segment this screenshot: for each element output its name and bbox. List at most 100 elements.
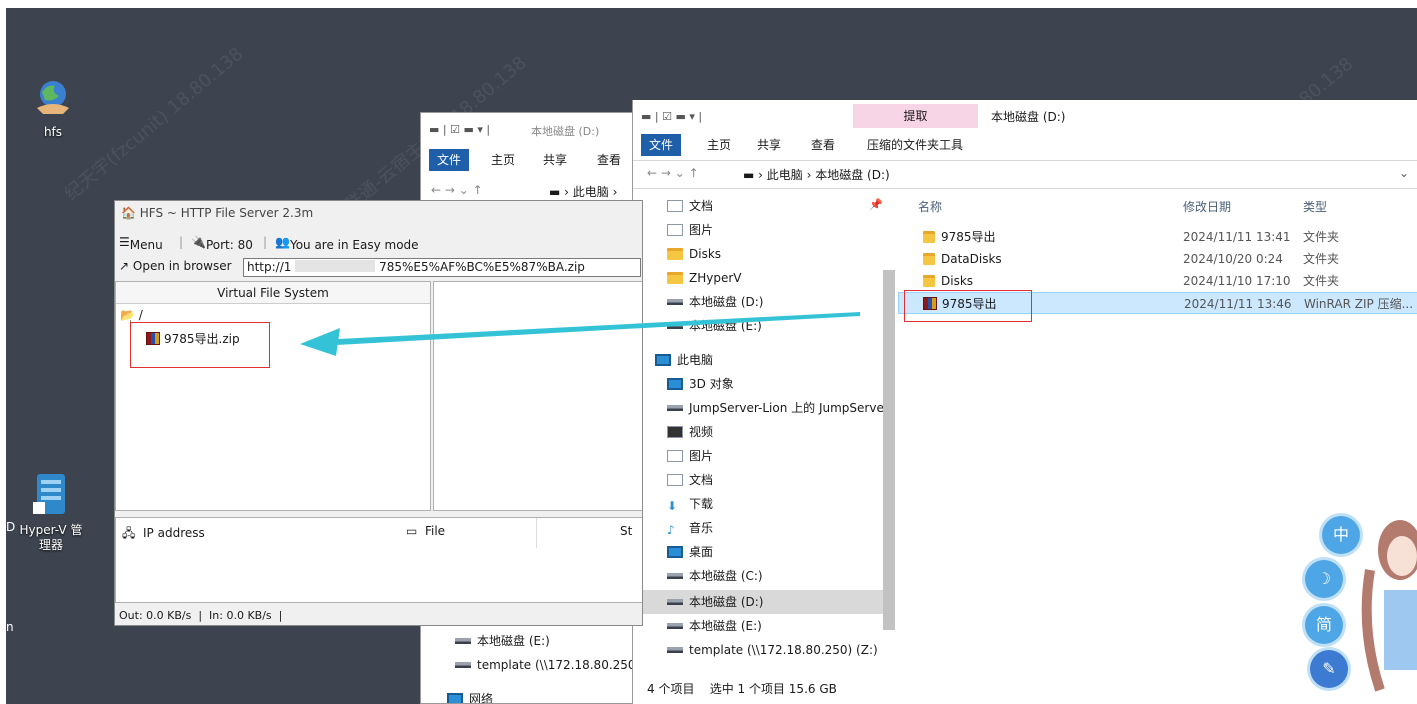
log-pane: 🖧 IP address ▭ File St	[115, 517, 642, 603]
desktop-icon-hfs[interactable]: hfs	[18, 78, 88, 140]
tab-home[interactable]: 主页	[483, 149, 523, 171]
tab-compressed-tools[interactable]: 压缩的文件夹工具	[859, 134, 971, 156]
mode-button[interactable]: 👥 You are in Easy mode	[275, 235, 419, 252]
nav-item-network[interactable]: 网络	[447, 687, 494, 704]
nav-label: 本地磁盘 (D:)	[689, 595, 764, 609]
folder-icon	[923, 275, 935, 287]
tab-view[interactable]: 查看	[589, 149, 629, 171]
drive-icon	[667, 573, 683, 579]
nav-label: 本地磁盘 (E:)	[689, 619, 762, 633]
file-date: 2024/11/11 13:46	[1184, 297, 1292, 311]
redacted-block	[295, 260, 376, 272]
nav-item-jumpserver[interactable]: JumpServer-Lion 上的 JumpServe	[667, 396, 884, 420]
nav-item-documents-pinned[interactable]: 文档	[667, 194, 713, 218]
column-name[interactable]: 名称	[918, 196, 942, 218]
column-ip[interactable]: 🖧 IP address	[122, 524, 205, 545]
breadcrumb[interactable]: ▬ › 此电脑 › 本地磁盘 (D:)	[743, 166, 890, 183]
nav-item-music[interactable]: ♪ 音乐	[667, 516, 713, 540]
nav-label: 视频	[689, 425, 714, 439]
document-icon	[667, 200, 683, 212]
column-type[interactable]: 类型	[1303, 196, 1327, 218]
arrow-annotation	[300, 312, 860, 356]
hfs-window: 🏠 HFS ~ HTTP File Server 2.3m ☰ Menu | 🔌…	[114, 200, 643, 626]
nav-item-drive-c[interactable]: 本地磁盘 (C:)	[667, 564, 763, 588]
nav-label: 本地磁盘 (E:)	[477, 634, 550, 648]
open-browser-button[interactable]: ↗ Open in browser	[119, 259, 232, 273]
folder-icon	[923, 231, 935, 243]
nav-item-3d[interactable]: 3D 对象	[667, 372, 734, 396]
nav-label: 网络	[469, 692, 494, 704]
nav-arrows[interactable]: ← → ⌄ ↑	[431, 183, 483, 197]
open-browser-label: Open in browser	[132, 259, 232, 273]
file-name: 9785导出	[941, 230, 996, 244]
chevron-down-icon[interactable]: ⌄	[1399, 166, 1409, 180]
arrow-head	[300, 328, 340, 356]
vfs-root[interactable]: 📂 /	[120, 308, 143, 322]
nav-label: 音乐	[689, 521, 714, 535]
tab-home[interactable]: 主页	[699, 134, 739, 156]
drive-icon	[455, 638, 471, 644]
nav-label: 3D 对象	[689, 377, 734, 391]
hfs-title: HFS ~ HTTP File Server 2.3m	[139, 206, 314, 220]
nav-item-pictures[interactable]: 图片	[667, 444, 713, 468]
nav-item-videos[interactable]: 视频	[667, 420, 713, 444]
column-headers: 名称 修改日期 类型	[898, 196, 1417, 218]
file-row[interactable]: 9785导出 2024/11/11 13:41 文件夹	[898, 226, 1417, 248]
tab-file[interactable]: 文件	[641, 134, 682, 156]
ime-chinese-button[interactable]: 中	[1322, 516, 1360, 554]
hfs-toolbar: ☰ Menu | 🔌 Port: 80 | 👥 You are in Easy …	[115, 232, 642, 256]
desktop-edge-label: n	[6, 620, 14, 634]
tab-share[interactable]: 共享	[749, 134, 789, 156]
nav-arrows[interactable]: ← → ⌄ ↑	[647, 166, 699, 180]
nav-label: 下载	[689, 497, 714, 511]
column-date[interactable]: 修改日期	[1183, 196, 1231, 218]
tab-view[interactable]: 查看	[803, 134, 843, 156]
nav-item-disks[interactable]: Disks	[667, 242, 721, 266]
ime-pen-button[interactable]: ✎	[1310, 650, 1348, 688]
nav-label: JumpServer-Lion 上的 JumpServe	[689, 401, 884, 415]
pin-icon[interactable]: 📌	[869, 198, 883, 211]
nav-item-desktop[interactable]: 桌面	[667, 540, 713, 564]
folder-icon	[923, 253, 935, 265]
mascot-character-icon	[1361, 520, 1417, 692]
nav-item-drive-e[interactable]: 本地磁盘 (E:)	[455, 629, 550, 653]
url-field[interactable]: http://1 785%E5%AF%BC%E5%87%BA.zip	[243, 258, 641, 277]
menu-button[interactable]: ☰ Menu	[119, 235, 163, 252]
mode-label: You are in Easy mode	[289, 238, 419, 252]
divider	[633, 188, 1417, 189]
nav-item-pictures-pinned[interactable]: 图片	[667, 218, 713, 242]
nav-item-documents[interactable]: 文档	[667, 468, 713, 492]
url-prefix: http://1	[247, 260, 292, 274]
ime-simplified-button[interactable]: 简	[1305, 606, 1343, 644]
file-row[interactable]: DataDisks 2024/10/20 0:24 文件夹	[898, 248, 1417, 270]
arrow-shaft	[318, 312, 860, 346]
nav-item-template[interactable]: template (\\172.18.80.250)	[455, 653, 634, 677]
address-bar[interactable]: ▬ › 此电脑 ›	[549, 183, 617, 200]
tab-share[interactable]: 共享	[535, 149, 575, 171]
highlight-box	[130, 322, 270, 368]
screen-edge	[0, 0, 6, 704]
nav-item-downloads[interactable]: ⬇ 下载	[667, 492, 713, 516]
port-button[interactable]: 🔌 Port: 80	[191, 235, 253, 252]
window-title: 本地磁盘 (D:)	[531, 125, 600, 138]
breadcrumb-item[interactable]: 此电脑	[767, 168, 803, 182]
breadcrumb-item[interactable]: 本地磁盘 (D:)	[815, 168, 889, 182]
desktop-icon	[667, 546, 683, 558]
desktop-icon-hyperv[interactable]: Hyper-V 管理器	[16, 470, 86, 553]
tab-file[interactable]: 文件	[429, 149, 470, 171]
nav-item-drive-e[interactable]: 本地磁盘 (E:)	[667, 614, 762, 638]
network-icon	[447, 693, 463, 703]
nav-item-template-z[interactable]: template (\\172.18.80.250) (Z:)	[667, 638, 878, 662]
column-file[interactable]: ▭ File	[406, 524, 445, 538]
tab-extract-context[interactable]: 提取	[853, 104, 978, 128]
column-status[interactable]: St	[620, 524, 632, 538]
file-row[interactable]: Disks 2024/11/10 17:10 文件夹	[898, 270, 1417, 292]
nav-item-zhyperv[interactable]: ZHyperV	[667, 266, 742, 290]
vfs-root-label: /	[138, 308, 143, 322]
picture-icon	[667, 450, 683, 462]
ime-moon-button[interactable]: ☽	[1305, 560, 1343, 598]
hfs-icon	[37, 81, 69, 114]
nav-item-drive-d-selected[interactable]: 本地磁盘 (D:)	[667, 590, 763, 614]
file-type: 文件夹	[1303, 252, 1340, 266]
nav-label: 图片	[689, 449, 714, 463]
